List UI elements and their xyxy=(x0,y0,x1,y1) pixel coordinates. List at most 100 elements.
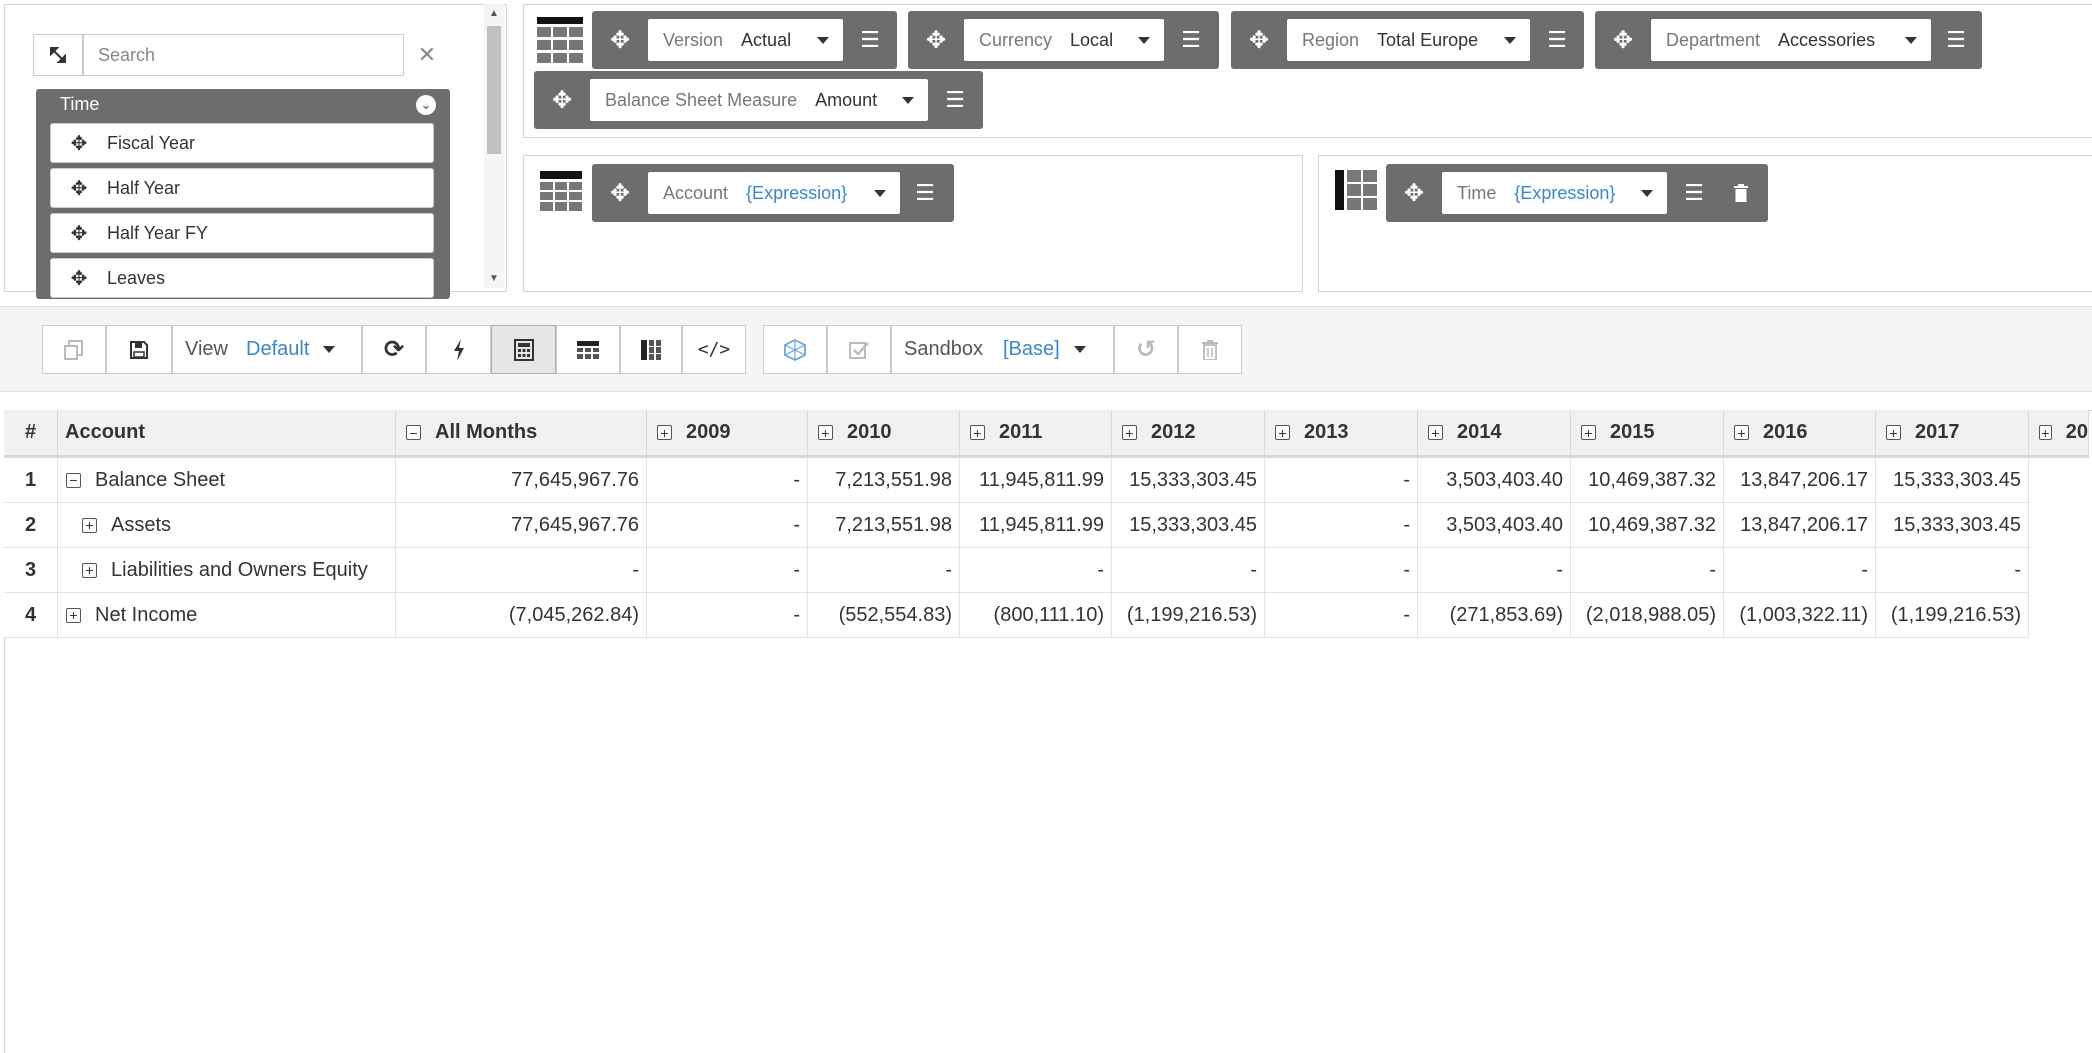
row-header[interactable]: + Net Income xyxy=(58,593,396,638)
list-icon[interactable]: ☰ xyxy=(1933,11,1979,69)
sandbox-select[interactable]: Sandbox [Base] xyxy=(891,325,1114,374)
expand-icon[interactable]: + xyxy=(1886,425,1901,440)
save-button[interactable] xyxy=(106,325,172,374)
data-cell[interactable]: 15,333,303.45 xyxy=(1876,503,2029,548)
collapse-icon[interactable]: − xyxy=(406,425,421,440)
data-cell[interactable]: 7,213,551.98 xyxy=(808,458,960,503)
calculator-view-button[interactable] xyxy=(491,325,556,374)
column-header[interactable]: +2016 xyxy=(1724,410,1876,458)
data-cell[interactable]: 13,847,206.17 xyxy=(1724,503,1876,548)
data-cell[interactable]: 15,333,303.45 xyxy=(1112,458,1265,503)
data-cell[interactable]: - xyxy=(960,548,1112,593)
data-cell[interactable]: - xyxy=(1418,548,1571,593)
expand-icon[interactable]: + xyxy=(1581,425,1596,440)
data-cell[interactable]: 10,469,387.32 xyxy=(1571,458,1724,503)
data-cell[interactable]: (800,111.10) xyxy=(960,593,1112,638)
move-icon[interactable]: ✥ xyxy=(592,164,648,222)
quick-calc-button[interactable] xyxy=(426,325,491,374)
hierarchy-item[interactable]: ✥ Half Year FY xyxy=(50,213,434,253)
expand-icon[interactable]: + xyxy=(1275,425,1290,440)
data-cell[interactable]: (7,045,262.84) xyxy=(396,593,647,638)
scrollbar-thumb[interactable] xyxy=(487,26,501,154)
code-view-button[interactable]: </> xyxy=(682,325,746,374)
list-icon[interactable]: ☰ xyxy=(1534,11,1580,69)
data-cell[interactable]: 15,333,303.45 xyxy=(1876,458,2029,503)
column-header[interactable]: +20 xyxy=(2029,410,2089,458)
panel-scrollbar[interactable]: ▲ ▼ xyxy=(484,4,504,288)
version-select[interactable]: Version Actual xyxy=(648,19,843,61)
table-view-button[interactable] xyxy=(556,325,620,374)
data-cell[interactable]: (1,199,216.53) xyxy=(1876,593,2029,638)
trash-icon[interactable] xyxy=(1718,164,1764,222)
data-cell[interactable]: (271,853.69) xyxy=(1418,593,1571,638)
commit-button[interactable] xyxy=(827,325,891,374)
data-cell[interactable]: - xyxy=(647,458,808,503)
expand-icon[interactable]: + xyxy=(1428,425,1443,440)
data-cell[interactable]: 11,945,811.99 xyxy=(960,503,1112,548)
region-select[interactable]: Region Total Europe xyxy=(1287,19,1530,61)
move-icon[interactable]: ✥ xyxy=(1231,11,1287,69)
hierarchy-item[interactable]: ✥ Fiscal Year xyxy=(50,123,434,163)
expand-icon[interactable]: + xyxy=(82,517,97,533)
expand-icon[interactable]: + xyxy=(1122,425,1137,440)
data-cell[interactable]: - xyxy=(1571,548,1724,593)
list-icon[interactable]: ☰ xyxy=(932,71,978,129)
data-cell[interactable]: 15,333,303.45 xyxy=(1112,503,1265,548)
network-button[interactable] xyxy=(763,325,827,374)
data-cell[interactable]: - xyxy=(1876,548,2029,593)
move-icon[interactable]: ✥ xyxy=(51,221,107,246)
chevron-down-icon[interactable]: ⌄ xyxy=(416,95,436,115)
expand-icon[interactable]: + xyxy=(970,425,985,440)
data-cell[interactable]: 13,847,206.17 xyxy=(1724,458,1876,503)
move-icon[interactable]: ✥ xyxy=(51,176,107,201)
column-header[interactable]: +2013 xyxy=(1265,410,1418,458)
delete-sandbox-button[interactable] xyxy=(1178,325,1242,374)
hierarchy-item[interactable]: ✥ Half Year xyxy=(50,168,434,208)
list-icon[interactable]: ☰ xyxy=(1168,11,1214,69)
data-cell[interactable]: - xyxy=(808,548,960,593)
data-cell[interactable]: - xyxy=(1265,548,1418,593)
balance-sheet-measure-select[interactable]: Balance Sheet Measure Amount xyxy=(590,79,928,121)
data-cell[interactable]: - xyxy=(1112,548,1265,593)
dimension-search-input[interactable] xyxy=(83,34,404,76)
data-cell[interactable]: 11,945,811.99 xyxy=(960,458,1112,503)
column-header[interactable]: +2017 xyxy=(1876,410,2029,458)
move-icon[interactable]: ✥ xyxy=(908,11,964,69)
data-cell[interactable]: (1,003,322.11) xyxy=(1724,593,1876,638)
column-header[interactable]: +2009 xyxy=(647,410,808,458)
data-cell[interactable]: - xyxy=(1265,593,1418,638)
data-cell[interactable]: 10,469,387.32 xyxy=(1571,503,1724,548)
data-cell[interactable]: 3,503,403.40 xyxy=(1418,458,1571,503)
view-select[interactable]: View Default xyxy=(172,325,362,374)
scroll-up-icon[interactable]: ▲ xyxy=(484,8,504,19)
data-cell[interactable]: (1,199,216.53) xyxy=(1112,593,1265,638)
time-group-header[interactable]: Time ⌄ xyxy=(36,89,450,121)
expand-icon[interactable]: + xyxy=(1734,425,1749,440)
collapse-icon[interactable]: − xyxy=(66,472,81,488)
move-icon[interactable]: ✥ xyxy=(1386,164,1442,222)
move-icon[interactable]: ✥ xyxy=(1595,11,1651,69)
data-cell[interactable]: - xyxy=(1724,548,1876,593)
row-header[interactable]: + Assets xyxy=(58,503,396,548)
data-cell[interactable]: (552,554.83) xyxy=(808,593,960,638)
column-header[interactable]: +2015 xyxy=(1571,410,1724,458)
data-cell[interactable]: - xyxy=(1265,503,1418,548)
department-select[interactable]: Department Accessories xyxy=(1651,19,1931,61)
move-icon[interactable]: ✥ xyxy=(51,266,107,291)
list-icon[interactable]: ☰ xyxy=(902,164,948,222)
list-icon[interactable]: ☰ xyxy=(847,11,893,69)
column-header[interactable]: +2010 xyxy=(808,410,960,458)
column-header[interactable]: +2012 xyxy=(1112,410,1265,458)
account-select[interactable]: Account {Expression} xyxy=(648,172,900,214)
row-header[interactable]: − Balance Sheet xyxy=(58,458,396,503)
expand-icon[interactable]: + xyxy=(657,425,672,440)
undo-button[interactable]: ↺ xyxy=(1114,325,1178,374)
time-select[interactable]: Time {Expression} xyxy=(1442,172,1667,214)
column-header[interactable]: +2011 xyxy=(960,410,1112,458)
data-cell[interactable]: 77,645,967.76 xyxy=(396,503,647,548)
data-cell[interactable]: - xyxy=(647,593,808,638)
move-icon[interactable]: ✥ xyxy=(534,71,590,129)
scroll-down-icon[interactable]: ▼ xyxy=(484,273,504,284)
pivot-view-button[interactable] xyxy=(620,325,682,374)
data-cell[interactable]: - xyxy=(1265,458,1418,503)
